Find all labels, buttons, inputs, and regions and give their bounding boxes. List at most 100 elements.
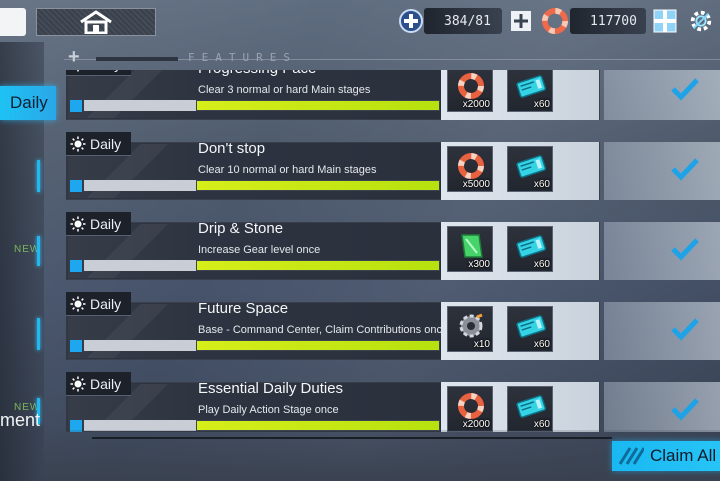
quest-description: Increase Gear level once [198, 244, 321, 256]
reward-item[interactable]: x2000 [447, 70, 493, 112]
lifebuoy-coin-icon [455, 71, 487, 101]
reward-qty: x2000 [462, 419, 490, 430]
quest-progress-bar [196, 340, 440, 351]
reward-item[interactable]: x60 [507, 306, 553, 352]
reward-item[interactable]: x60 [507, 70, 553, 112]
badge-label: Daily [90, 215, 122, 232]
sun-icon [70, 296, 86, 311]
reward-item[interactable]: x300 [447, 226, 493, 272]
tab-achievement-partial[interactable]: ment [0, 410, 40, 431]
reward-item[interactable]: x2000 [447, 386, 493, 432]
tab-marker[interactable] [37, 318, 40, 350]
daily-badge: Daily [66, 292, 132, 316]
quest-title: Progressing Pace [198, 70, 316, 77]
claim-status[interactable] [604, 70, 720, 120]
quest-title: Drip & Stone [198, 220, 284, 237]
quest-bar-grey [84, 100, 196, 111]
cyan-ticket-icon [515, 311, 547, 341]
energy-counter: 384/81 [424, 8, 502, 34]
blue-cross-gem-icon[interactable] [652, 8, 678, 34]
reward-qty: x60 [533, 179, 550, 190]
gear-icon[interactable] [688, 8, 714, 34]
quest-progress-fill [197, 421, 439, 430]
quest-progress-fill [197, 341, 439, 350]
quest-bar-grey [84, 180, 196, 191]
quest-description: Clear 3 normal or hard Main stages [198, 84, 371, 96]
home-button[interactable] [36, 8, 156, 36]
quest-card[interactable]: Daily Future Space Base - Command Center, … [60, 292, 720, 360]
reward-area: x2000 x60 [441, 382, 599, 432]
quest-progress-fill [197, 101, 439, 110]
quest-card[interactable]: Daily Drip & Stone Increase Gear level onc… [60, 212, 720, 280]
plus-circle-icon[interactable] [398, 8, 424, 34]
quest-card[interactable]: Daily Essential Daily Duties Play Daily Ac… [60, 372, 720, 432]
lifebuoy-coin-icon [542, 8, 568, 34]
reward-item[interactable]: x60 [507, 146, 553, 192]
daily-badge: Daily [66, 372, 132, 396]
top-bar: 384/81 117700 [0, 0, 720, 42]
stripes-icon [618, 447, 644, 465]
quest-bar-grey [84, 340, 196, 351]
menu-button[interactable] [0, 8, 26, 36]
quest-progress-bar [196, 260, 440, 271]
tab-marker[interactable] [37, 236, 40, 266]
reward-item[interactable]: x60 [507, 226, 553, 272]
reward-area: x2000 x60 [441, 70, 599, 120]
claim-all-label: Claim All [650, 446, 717, 465]
section-header: + FEATURES [64, 46, 720, 70]
gear-part-icon [455, 311, 487, 341]
claim-all-button[interactable]: Claim All [612, 441, 720, 471]
credits-value: 117700 [590, 13, 637, 29]
reward-qty: x5000 [462, 179, 490, 190]
quest-progress-bar [196, 100, 440, 111]
section-label: FEATURES [188, 51, 297, 64]
badge-label: Daily [90, 295, 122, 312]
green-crystal-icon [455, 231, 487, 261]
claim-status[interactable] [604, 222, 720, 280]
sun-icon [77, 70, 79, 71]
quest-indicator [70, 260, 82, 272]
add-energy-button[interactable] [508, 8, 534, 34]
claim-status[interactable] [604, 382, 720, 432]
reward-item[interactable]: x60 [507, 386, 553, 432]
cyan-ticket-icon [515, 71, 547, 101]
quest-indicator [70, 100, 82, 112]
quest-card[interactable]: Daily Don't stop Clear 10 normal or hard M… [60, 132, 720, 200]
daily-badge: Daily [66, 70, 132, 76]
quest-description: Clear 10 normal or hard Main stages [198, 164, 377, 176]
claim-status[interactable] [604, 142, 720, 200]
reward-qty: x2000 [462, 99, 490, 110]
checkmark-icon [671, 158, 699, 181]
badge-label: Daily [90, 70, 121, 72]
cyan-ticket-icon [515, 391, 547, 421]
cyan-ticket-icon [515, 231, 547, 261]
plus-icon: + [68, 46, 80, 68]
credits-counter: 117700 [570, 8, 646, 34]
energy-value: 384/81 [444, 13, 491, 29]
quest-title: Don't stop [198, 140, 266, 157]
badge-label: Daily [90, 375, 122, 392]
checkmark-icon [671, 78, 699, 101]
quest-progress-fill [197, 261, 439, 270]
quest-indicator [70, 340, 82, 352]
reward-qty: x60 [533, 99, 550, 110]
lifebuoy-coin-icon [455, 151, 487, 181]
sun-icon [70, 216, 86, 231]
daily-badge: Daily [66, 132, 132, 156]
reward-item[interactable]: x10 [447, 306, 493, 352]
quest-bar-grey [84, 260, 196, 271]
tab-daily[interactable]: Daily [0, 86, 56, 120]
checkmark-icon [671, 238, 699, 261]
cyan-ticket-icon [515, 151, 547, 181]
claim-status[interactable] [604, 302, 720, 360]
quest-list[interactable]: Daily Progressing Pace Clear 3 normal or h… [60, 70, 720, 432]
checkmark-icon [671, 318, 699, 341]
quest-title: Essential Daily Duties [198, 380, 344, 397]
lifebuoy-coin-icon [455, 391, 487, 421]
tab-marker[interactable] [37, 160, 40, 192]
divider-accent [96, 57, 178, 61]
quest-description: Base - Command Center, Claim Contributio… [198, 324, 449, 336]
daily-badge: Daily [66, 212, 132, 236]
quest-card[interactable]: Daily Progressing Pace Clear 3 normal or h… [60, 70, 720, 120]
reward-item[interactable]: x5000 [447, 146, 493, 192]
